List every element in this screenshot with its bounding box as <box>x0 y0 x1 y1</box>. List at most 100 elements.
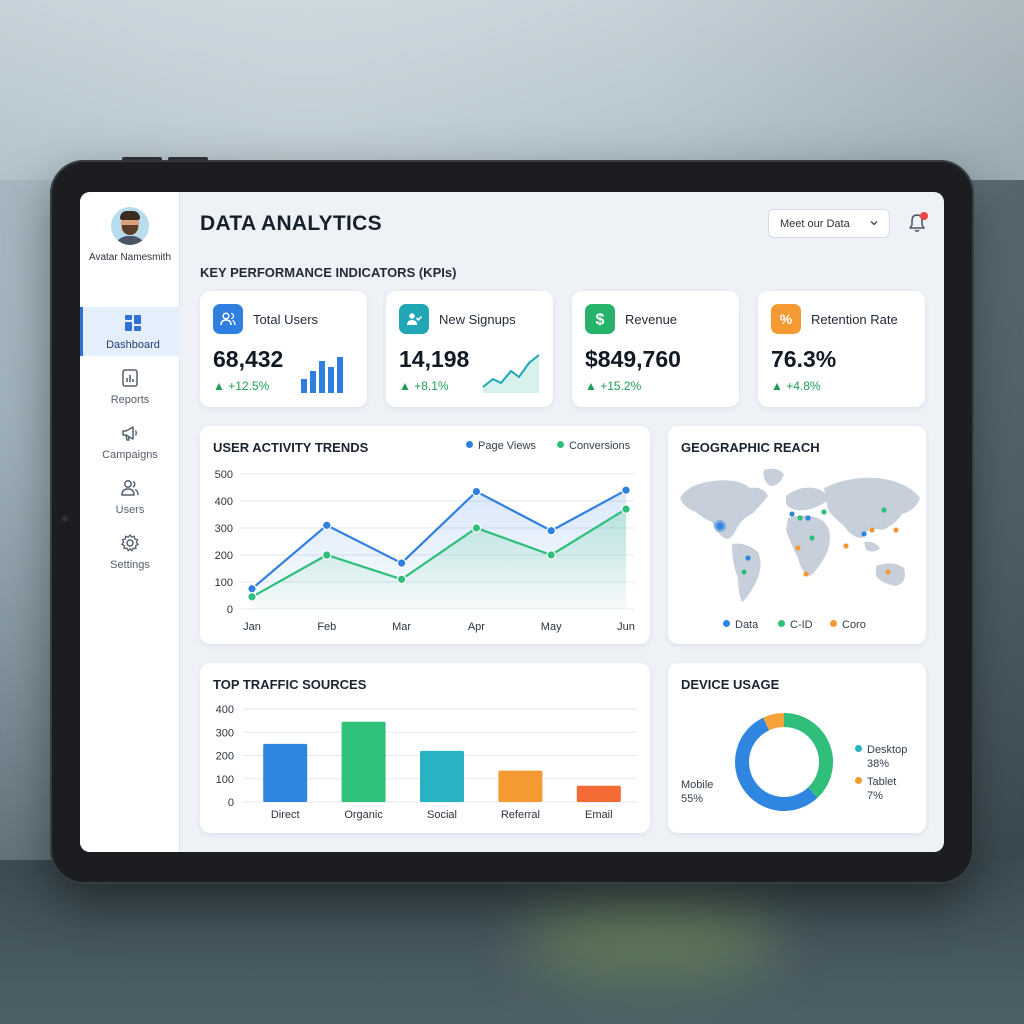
svg-text:%: % <box>780 311 793 327</box>
kpi-change: ▲ +4.8% <box>771 379 821 393</box>
line-chart: 0 100 200 300 400 500 Jan Feb Mar Apr May Jun <box>215 469 635 633</box>
donut-slice <box>783 713 833 798</box>
geographic-reach-card: GEOGRAPHIC REACH Data C-ID Coro <box>668 426 926 644</box>
legend-dot <box>855 777 862 784</box>
kpi-name: Retention Rate <box>811 312 898 327</box>
x-tick-label: Jan <box>243 621 261 633</box>
kpi-sparkline <box>482 354 540 393</box>
kpi-change: ▲ +8.1% <box>399 379 449 393</box>
reports-icon <box>122 369 138 387</box>
data-point <box>322 520 332 531</box>
data-point <box>396 574 407 585</box>
sidebar-item-dashboard[interactable]: Dashboard <box>80 307 180 356</box>
data-point <box>396 558 407 568</box>
bar <box>498 770 543 802</box>
data-point <box>247 583 257 594</box>
label-pct: 38% <box>867 758 890 770</box>
traffic-sources-card: TOP TRAFFIC SOURCES 0 100 200 300 400 Direct O… <box>200 663 650 833</box>
dashboard-screen: Avatar Namesmith Dashboard Reports Campa… <box>80 192 944 852</box>
legend-label: Data <box>735 619 759 631</box>
percent-icon: % <box>780 311 793 327</box>
x-tick-label: Email <box>585 809 613 821</box>
y-tick-label: 500 <box>215 469 233 481</box>
kpi-icon-bg: % <box>771 304 801 334</box>
sidebar-item-label: Settings <box>110 559 150 571</box>
user-activity-card: USER ACTIVITY TRENDS Page Views Conversi… <box>200 426 650 644</box>
kpi-name: Revenue <box>625 312 678 327</box>
sidebar-item-campaigns[interactable]: Campaigns <box>80 417 180 466</box>
bar-chart: 0 100 200 300 400 Direct Organic Social Referral… <box>216 704 636 821</box>
x-tick-label: Referral <box>501 809 540 821</box>
data-point <box>621 485 631 495</box>
main-content: DATA ANALYTICS Meet our Data KEY PERFORM… <box>180 192 944 852</box>
notification-badge <box>920 212 928 220</box>
legend-dot <box>855 745 862 752</box>
device-label-mobile: Mobile 55% <box>681 778 713 806</box>
legend-dot <box>723 620 730 627</box>
y-tick-label: 200 <box>216 751 234 763</box>
legend-label: Coro <box>842 619 866 631</box>
sidebar-item-label: Campaigns <box>102 449 158 461</box>
label-text: Tablet <box>867 776 897 788</box>
donut-slice <box>763 713 785 731</box>
sidebar-nav: Dashboard Reports Campaigns Users Settin… <box>80 307 180 582</box>
dashboard-icon <box>125 315 141 331</box>
sidebar-item-users[interactable]: Users <box>80 472 180 521</box>
dollar-icon: $ <box>596 312 605 329</box>
x-tick-label: Mar <box>392 621 411 633</box>
sidebar: Avatar Namesmith Dashboard Reports Campa… <box>80 192 180 852</box>
volume-button <box>168 157 208 161</box>
bar <box>263 743 308 802</box>
kpi-card-retention-rate[interactable]: % Retention Rate 76.3% ▲ +4.8% <box>758 291 925 407</box>
geo-legend-data: Data <box>723 619 758 631</box>
sidebar-item-label: Reports <box>110 394 150 406</box>
sidebar-item-label: Dashboard <box>106 339 160 351</box>
device-label-desktop: Desktop 38% <box>855 743 907 771</box>
bar <box>576 785 621 802</box>
data-point <box>247 592 257 602</box>
y-tick-label: 300 <box>216 727 234 739</box>
kpi-change: ▲ +15.2% <box>585 379 642 393</box>
data-point <box>471 486 482 497</box>
kpi-icon-bg <box>213 304 243 334</box>
camera <box>62 516 68 522</box>
world-map <box>680 468 920 602</box>
bar <box>420 750 464 802</box>
legend-dot <box>778 620 785 627</box>
kpi-card-new-signups[interactable]: New Signups 14,198 ▲ +8.1% <box>386 291 553 407</box>
users-icon <box>121 480 139 496</box>
bar <box>341 721 386 802</box>
x-tick-label: Apr <box>468 621 485 633</box>
user-name: Avatar Namesmith <box>88 252 172 263</box>
kpi-change: ▲ +12.5% <box>213 379 270 393</box>
legend-label: C-ID <box>790 619 813 631</box>
donut-slice <box>735 717 818 811</box>
data-dropdown[interactable]: Meet our Data <box>768 209 890 238</box>
data-point <box>546 550 556 560</box>
kpi-icon-bg: $ <box>585 304 615 334</box>
sidebar-item-reports[interactable]: Reports <box>80 362 180 411</box>
kpi-card-total-users[interactable]: Total Users 68,432 ▲ +12.5% <box>200 291 367 407</box>
user-check-icon <box>407 313 423 325</box>
geo-legend-cid: C-ID <box>778 619 813 631</box>
kpi-name: New Signups <box>439 312 516 327</box>
x-tick-label: Jun <box>617 621 635 633</box>
kpi-section-title: KEY PERFORMANCE INDICATORS (KPIs) <box>200 265 457 280</box>
x-tick-label: Social <box>427 809 457 821</box>
y-tick-label: 300 <box>215 523 233 535</box>
label-text: Desktop <box>867 744 908 756</box>
y-tick-label: 400 <box>216 704 234 716</box>
kpi-card-revenue[interactable]: $ Revenue $849,760 ▲ +15.2% <box>572 291 739 407</box>
background-top <box>0 0 1024 180</box>
data-point <box>322 550 332 560</box>
y-tick-label: 0 <box>227 604 233 616</box>
chevron-down-icon <box>870 221 878 226</box>
x-tick-label: Direct <box>271 809 300 821</box>
kpi-value: $849,760 <box>585 346 681 372</box>
sidebar-item-settings[interactable]: Settings <box>80 527 180 576</box>
megaphone-icon <box>122 426 137 441</box>
avatar[interactable] <box>111 207 149 245</box>
label-pct: 7% <box>867 790 883 802</box>
svg-text:$: $ <box>596 312 605 329</box>
volume-button <box>122 157 162 161</box>
